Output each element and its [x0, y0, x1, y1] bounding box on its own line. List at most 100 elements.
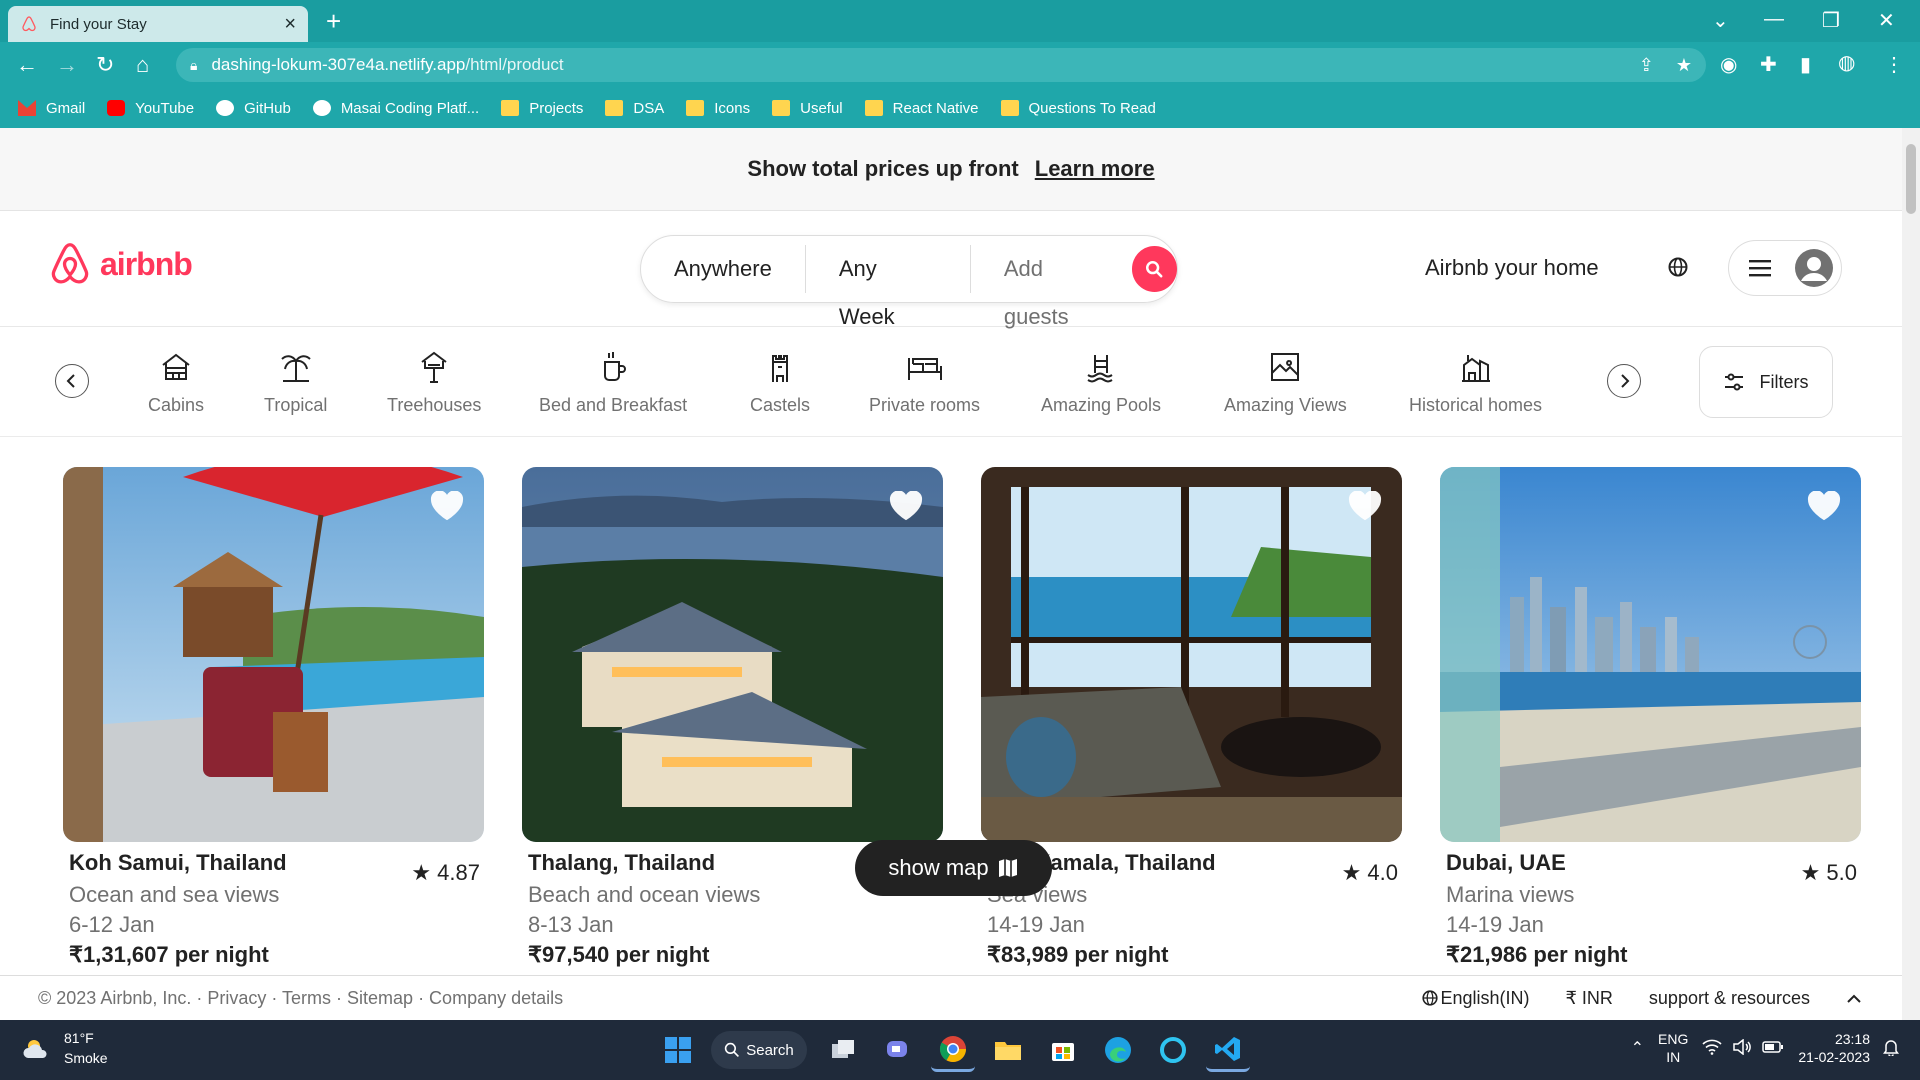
price-banner: Show total prices up front Learn more [0, 128, 1902, 211]
bookmark-youtube[interactable]: YouTube [107, 100, 194, 117]
learn-more-link[interactable]: Learn more [1035, 156, 1155, 182]
category-amazing-views[interactable]: Amazing Views [1224, 349, 1347, 416]
search-add-guests[interactable]: Add guests [971, 245, 1132, 329]
listing-photo-dubai [1440, 467, 1861, 842]
share-icon[interactable]: ⇪ [1639, 55, 1654, 76]
browser-tab[interactable]: Find your Stay × [8, 6, 308, 42]
restore-icon[interactable]: ❐ [1822, 8, 1840, 33]
category-private-rooms[interactable]: Private rooms [869, 349, 980, 416]
reload-icon[interactable]: ↻ [96, 52, 114, 78]
teams-chat-icon[interactable] [876, 1028, 920, 1072]
filters-button[interactable]: Filters [1699, 346, 1833, 418]
minimize-icon[interactable]: — [1764, 8, 1784, 31]
bookmark-questions[interactable]: Questions To Read [1000, 100, 1156, 117]
listing-photo[interactable] [63, 467, 484, 842]
taskbar-search[interactable]: Search [711, 1031, 807, 1069]
chevron-up-icon[interactable] [1846, 988, 1862, 1009]
language-selector[interactable]: English(IN) [1422, 988, 1529, 1009]
profile-avatar-icon[interactable]: ◍ [1838, 50, 1855, 75]
edge-icon[interactable] [1096, 1028, 1140, 1072]
bookmark-github[interactable]: GitHub [216, 100, 291, 117]
task-view-icon[interactable] [821, 1028, 865, 1072]
bookmark-useful[interactable]: Useful [772, 100, 843, 117]
bookmark-gmail[interactable]: Gmail [18, 100, 85, 117]
lock-icon: 🔒︎ [190, 56, 198, 73]
listing-description: Marina views [1446, 882, 1575, 907]
bookmark-react-native[interactable]: React Native [864, 100, 979, 117]
new-tab-icon[interactable]: + [326, 6, 341, 36]
tab-search-chevron-icon[interactable]: ⌄ [1712, 8, 1729, 33]
page-scrollbar[interactable] [1902, 128, 1920, 1020]
volume-icon[interactable] [1732, 1037, 1752, 1058]
listing-photo[interactable] [522, 467, 943, 842]
vscode-icon[interactable] [1206, 1028, 1250, 1072]
search-button[interactable] [1131, 246, 1177, 292]
category-castels[interactable]: Castels [750, 349, 810, 416]
category-historical-homes[interactable]: Historical homes [1409, 349, 1542, 416]
category-label: Cabins [148, 395, 205, 415]
clock[interactable]: 23:18 21-02-2023 [1798, 1030, 1870, 1066]
listing-card[interactable]: Dubai, UAE ★ 5.0 Marina views 14-19 Jan … [1440, 467, 1861, 970]
airbnb-logo[interactable]: airbnb [48, 241, 193, 287]
coffee-icon [599, 349, 627, 385]
search-icon [725, 1042, 740, 1057]
category-treehouses[interactable]: Treehouses [387, 349, 481, 416]
category-cabins[interactable]: Cabins [148, 349, 204, 416]
side-panel-icon[interactable]: ▮ [1800, 52, 1811, 77]
tab-close-icon[interactable]: × [284, 13, 296, 36]
search-anywhere[interactable]: Anywhere [641, 245, 806, 293]
search-bar[interactable]: Anywhere Any Week Add guests [640, 235, 1178, 329]
favorite-heart-icon[interactable] [1807, 490, 1841, 526]
user-menu-button[interactable] [1728, 240, 1842, 296]
windows-start-icon[interactable] [656, 1028, 700, 1072]
site-header: airbnb Anywhere Any Week Add guests Airb… [0, 211, 1902, 329]
currency-selector[interactable]: ₹ INR [1565, 988, 1612, 1009]
listing-card[interactable]: Koh Samui, Thailand ★ 4.87 Ocean and sea… [63, 467, 484, 970]
bookmark-star-icon[interactable]: ★ [1676, 55, 1692, 76]
microsoft-store-icon[interactable] [1041, 1028, 1085, 1072]
globe-icon[interactable] [1668, 257, 1688, 282]
notification-icon[interactable] [1882, 1038, 1900, 1059]
favorite-heart-icon[interactable] [430, 490, 464, 526]
forward-icon[interactable]: → [56, 52, 78, 78]
category-prev-button[interactable] [55, 364, 89, 398]
bookmark-dsa[interactable]: DSA [605, 100, 664, 117]
listing-photo[interactable] [1440, 467, 1861, 842]
home-icon[interactable]: ⌂ [136, 52, 149, 78]
favorite-heart-icon[interactable] [1348, 490, 1382, 526]
cortana-icon[interactable] [1151, 1028, 1195, 1072]
window-close-icon[interactable]: ✕ [1878, 8, 1895, 33]
category-label: Private rooms [869, 395, 981, 415]
system-tray: ⌃ ENG IN 23:18 21-02-2023 [1631, 1030, 1900, 1066]
footer-copyright[interactable]: © 2023 Airbnb, Inc. · Privacy · Terms · … [38, 988, 563, 1009]
castle-icon [766, 349, 794, 385]
bookmark-icons[interactable]: Icons [686, 100, 750, 117]
back-icon[interactable]: ← [16, 52, 38, 78]
bookmark-masai[interactable]: Masai Coding Platf... [312, 100, 479, 117]
language-indicator[interactable]: ENG IN [1658, 1030, 1688, 1066]
bookmark-projects[interactable]: Projects [501, 100, 583, 117]
favorite-heart-icon[interactable] [889, 490, 923, 526]
extensions-puzzle-icon[interactable]: ✚ [1760, 52, 1777, 77]
address-bar[interactable]: 🔒︎ dashing-lokum-307e4a.netlify.app/html… [176, 48, 1706, 82]
chevron-up-icon[interactable]: ⌃ [1631, 1038, 1644, 1058]
battery-icon[interactable] [1762, 1040, 1784, 1057]
category-next-button[interactable] [1607, 364, 1641, 398]
scrollbar-thumb[interactable] [1906, 144, 1916, 214]
weather-widget[interactable]: 81°F Smoke [22, 1028, 108, 1068]
chrome-icon[interactable] [931, 1028, 975, 1072]
category-bed-and-breakfast[interactable]: Bed and Breakfast [539, 349, 687, 416]
category-tropical[interactable]: Tropical [264, 349, 327, 416]
listing-card[interactable]: Ban Kamala, Thailand ★ 4.0 Sea views 14-… [981, 467, 1402, 970]
wifi-icon[interactable] [1702, 1039, 1722, 1058]
browser-menu-icon[interactable]: ⋮ [1884, 52, 1904, 77]
category-amazing-pools[interactable]: Amazing Pools [1041, 349, 1161, 416]
search-any-week[interactable]: Any Week [806, 245, 971, 329]
category-label: Historical homes [1409, 395, 1543, 415]
chrome-extension-icon[interactable]: ◉ [1720, 52, 1737, 77]
listing-photo[interactable] [981, 467, 1402, 842]
support-resources-link[interactable]: support & resources [1649, 988, 1810, 1009]
file-explorer-icon[interactable] [986, 1028, 1030, 1072]
show-map-button[interactable]: show map [855, 840, 1052, 896]
airbnb-your-home-link[interactable]: Airbnb your home [1425, 255, 1599, 281]
